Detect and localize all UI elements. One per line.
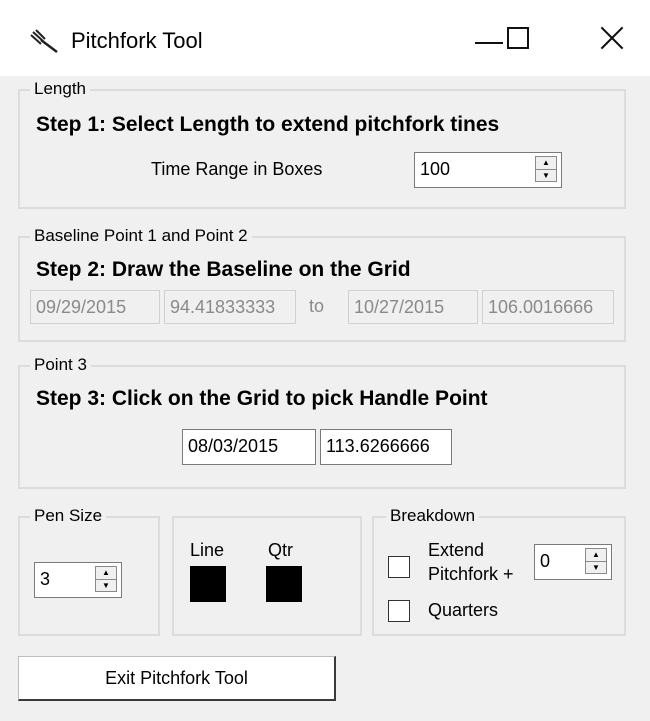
pen-size-legend: Pen Size xyxy=(30,506,107,526)
point2-value-field[interactable]: 106.0016666 xyxy=(482,290,614,324)
maximize-button[interactable] xyxy=(488,10,548,66)
qtr-color-label: Qtr xyxy=(268,540,293,560)
time-range-label: Time Range in Boxes xyxy=(151,159,323,179)
point1-value-field[interactable]: 94.41833333 xyxy=(164,290,296,324)
extend-spinner[interactable]: ▲ ▼ xyxy=(585,548,607,574)
point3-group: Point 3 Step 3: Click on the Grid to pic… xyxy=(18,355,626,489)
point3-value-value: 113.6266666 xyxy=(326,436,430,456)
extend-label-line1: Extend xyxy=(428,540,485,560)
length-group: Length Step 1: Select Length to extend p… xyxy=(18,79,626,209)
close-icon xyxy=(600,26,624,50)
extend-value-input[interactable]: 0 ▲ ▼ xyxy=(534,544,612,580)
point3-legend: Point 3 xyxy=(30,355,91,375)
pen-size-spinner[interactable]: ▲ ▼ xyxy=(95,566,117,592)
line-color-swatch[interactable] xyxy=(190,566,226,602)
spin-up-icon[interactable]: ▲ xyxy=(96,567,116,580)
qtr-color-swatch[interactable] xyxy=(266,566,302,602)
breakdown-legend: Breakdown xyxy=(386,506,480,526)
baseline-group: Baseline Point 1 and Point 2 Step 2: Dra… xyxy=(18,226,626,342)
pen-size-value: 3 xyxy=(40,569,51,589)
spin-up-icon[interactable]: ▲ xyxy=(586,549,606,562)
spin-down-icon[interactable]: ▼ xyxy=(586,562,606,574)
point3-date-field[interactable]: 08/03/2015 xyxy=(182,429,316,465)
window-title: Pitchfork Tool xyxy=(71,28,203,53)
spin-down-icon[interactable]: ▼ xyxy=(96,580,116,592)
quarters-label: Quarters xyxy=(428,600,499,620)
step1-title: Step 1: Select Length to extend pitchfor… xyxy=(36,113,500,136)
time-range-value: 100 xyxy=(420,159,451,179)
point2-value-value: 106.0016666 xyxy=(488,297,594,317)
to-label: to xyxy=(309,296,325,316)
point2-date-value: 10/27/2015 xyxy=(354,297,445,317)
time-range-input[interactable]: 100 ▲ ▼ xyxy=(414,152,562,188)
baseline-legend: Baseline Point 1 and Point 2 xyxy=(30,226,252,246)
extend-pitchfork-checkbox[interactable] xyxy=(388,556,410,578)
colors-group: Line Qtr xyxy=(172,516,362,636)
pen-size-group: Pen Size 3 ▲ ▼ xyxy=(18,506,160,636)
breakdown-group: Breakdown Extend Pitchfork + 0 ▲ ▼ Quart… xyxy=(372,506,626,636)
spin-up-icon[interactable]: ▲ xyxy=(536,157,556,170)
pitchfork-icon xyxy=(30,29,58,53)
time-range-spinner[interactable]: ▲ ▼ xyxy=(535,156,557,182)
quarters-checkbox[interactable] xyxy=(388,600,410,622)
step3-title: Step 3: Click on the Grid to pick Handle… xyxy=(36,387,488,410)
length-legend: Length xyxy=(30,79,90,99)
point1-value-value: 94.41833333 xyxy=(170,297,276,317)
title-bar: Pitchfork Tool xyxy=(0,0,650,76)
pen-size-input[interactable]: 3 ▲ ▼ xyxy=(34,562,122,598)
exit-pitchfork-button[interactable]: Exit Pitchfork Tool xyxy=(18,656,336,701)
point3-value-field[interactable]: 113.6266666 xyxy=(320,429,452,465)
line-color-label: Line xyxy=(190,540,225,560)
point3-date-value: 08/03/2015 xyxy=(188,436,279,456)
point1-date-value: 09/29/2015 xyxy=(36,297,127,317)
extend-value: 0 xyxy=(540,551,551,571)
extend-label-line2: Pitchfork + xyxy=(428,564,514,584)
step2-title: Step 2: Draw the Baseline on the Grid xyxy=(36,258,411,281)
point1-date-field[interactable]: 09/29/2015 xyxy=(30,290,160,324)
spin-down-icon[interactable]: ▼ xyxy=(536,170,556,182)
maximize-icon xyxy=(507,27,529,49)
close-button[interactable] xyxy=(582,10,642,66)
point2-date-field[interactable]: 10/27/2015 xyxy=(348,290,478,324)
